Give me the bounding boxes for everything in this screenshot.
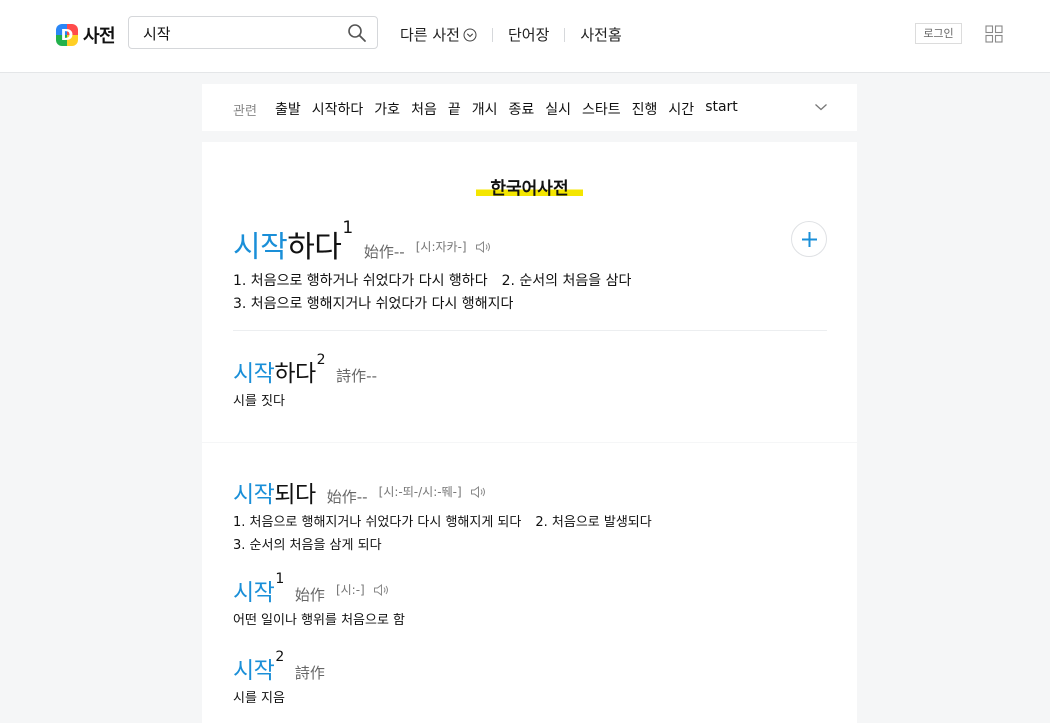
entry-superscript: 2	[275, 649, 284, 665]
entry-word[interactable]: 시작되다	[233, 482, 316, 508]
related-word[interactable]: 개시	[472, 99, 498, 119]
related-word[interactable]: 실시	[545, 99, 571, 119]
entry-word-highlight: 시작	[233, 230, 288, 265]
section-title: 한국어사전	[202, 174, 857, 199]
entry-definitions: 시를 지음	[233, 687, 325, 710]
definition-item: 어떤 일이나 행위를 처음으로 함	[233, 613, 406, 628]
entry-definitions: 어떤 일이나 행위를 처음으로 함	[233, 609, 405, 632]
entry-word[interactable]: 시작하다2	[233, 352, 326, 387]
entry-definitions: 1. 처음으로 행하거나 쉬었다가 다시 행하다 2. 순서의 처음을 삼다 3.…	[233, 270, 631, 316]
daum-dictionary-logo[interactable]: 사전	[56, 22, 116, 48]
entry-word[interactable]: 시작1	[233, 571, 284, 606]
related-word[interactable]: 시간	[668, 99, 694, 119]
entry-superscript: 1	[275, 571, 284, 587]
definition-item: 2. 순서의 처음을 삼다	[501, 273, 632, 289]
entry-pronunciation: [시:자카-]	[415, 240, 467, 254]
top-header: 사전 다른 사전 단어장 사전홈 로그인	[0, 0, 1050, 73]
entry-hanja: 始作--	[363, 243, 405, 261]
nav-dictionary-home[interactable]: 사전홈	[580, 24, 621, 45]
related-word[interactable]: 종료	[508, 99, 534, 119]
section-title-text: 한국어사전	[476, 174, 583, 199]
entry-definitions: 시를 짓다	[233, 390, 377, 413]
definition-item: 3. 순서의 처음을 삼게 되다	[233, 538, 382, 553]
related-word[interactable]: 출발	[275, 99, 301, 119]
entry-word-highlight: 시작	[233, 658, 275, 684]
definition-item: 2. 처음으로 발생되다	[535, 515, 652, 530]
speaker-icon[interactable]	[373, 583, 389, 596]
nav-other-dictionaries[interactable]: 다른 사전	[400, 24, 477, 45]
top-nav: 다른 사전 단어장 사전홈	[400, 24, 622, 45]
search-icon[interactable]	[347, 23, 367, 43]
related-word[interactable]: 가호	[374, 99, 400, 119]
related-word[interactable]: start	[705, 99, 738, 119]
entry-sijakdoeda: 시작되다 始作-- [시:-뙤-/시:-뛔-] 1. 처음으로 행해지거나 쉬었…	[233, 475, 652, 557]
nav-divider	[564, 27, 566, 42]
related-word[interactable]: 스타트	[582, 99, 621, 119]
apps-grid-icon[interactable]	[985, 25, 1003, 43]
nav-other-dictionaries-label: 다른 사전	[400, 26, 460, 44]
related-word[interactable]: 시작하다	[312, 99, 364, 119]
entry-word-highlight: 시작	[233, 361, 275, 387]
entry-word-rest: 되다	[274, 482, 316, 508]
definition-item: 3. 처음으로 행해지거나 쉬었다가 다시 행해지다	[233, 296, 514, 312]
speaker-icon[interactable]	[470, 485, 486, 498]
definition-item: 1. 처음으로 행해지거나 쉬었다가 다시 행해지게 되다	[233, 515, 522, 530]
add-to-wordbook-button[interactable]	[791, 221, 827, 257]
entry-word[interactable]: 시작2	[233, 649, 284, 684]
speaker-icon[interactable]	[475, 240, 491, 253]
entry-hanja: 始作	[294, 586, 325, 604]
entry-sijakhada-1: 시작하다1 始作-- [시:자카-] 1. 처음으로 행하거나 쉬었다가 다시 …	[233, 218, 631, 316]
entry-hanja: 詩作--	[336, 367, 377, 385]
entry-hanja: 始作--	[326, 488, 368, 506]
entry-sijak-1: 시작1 始作 [시:-] 어떤 일이나 행위를 처음으로 함	[233, 571, 405, 632]
definition-item: 시를 지음	[233, 691, 285, 706]
entry-word-rest: 하다	[274, 361, 316, 387]
entry-divider	[233, 330, 827, 331]
related-words-bar: 관련 출발 시작하다 가호 처음 끝 개시 종료 실시 스타트 진행 시간 st…	[202, 84, 857, 131]
entry-pronunciation: [시:-]	[335, 583, 365, 597]
entry-pronunciation: [시:-뙤-/시:-뛔-]	[378, 485, 462, 499]
nav-wordbook[interactable]: 단어장	[508, 24, 549, 45]
daum-logo-icon	[56, 24, 78, 46]
entry-definitions: 1. 처음으로 행해지거나 쉬었다가 다시 행해지게 되다 2. 처음으로 발생되…	[233, 511, 652, 557]
related-word[interactable]: 진행	[632, 99, 658, 119]
related-word[interactable]: 처음	[411, 99, 437, 119]
entry-superscript: 2	[316, 352, 326, 368]
entry-hanja: 詩作	[294, 664, 325, 682]
nav-divider	[491, 27, 493, 42]
entry-sijak-2: 시작2 詩作 시를 지음	[233, 649, 325, 710]
related-label: 관련	[233, 104, 257, 119]
related-words-list: 출발 시작하다 가호 처음 끝 개시 종료 실시 스타트 진행 시간 start	[275, 99, 749, 119]
search-box	[128, 16, 378, 49]
entry-word-highlight: 시작	[233, 482, 275, 508]
entry-word-rest: 하다	[287, 230, 342, 265]
entry-word-highlight: 시작	[233, 580, 275, 606]
plus-icon	[802, 232, 817, 247]
related-word[interactable]: 끝	[448, 99, 461, 119]
korean-dictionary-panel: 한국어사전 시작하다1 始作-- [시:자카-] 1. 처음으로 행하거나 쉬었…	[202, 142, 857, 442]
search-input[interactable]	[143, 23, 338, 43]
entry-word[interactable]: 시작하다1	[233, 218, 353, 265]
chevron-down-icon[interactable]	[814, 101, 828, 113]
login-button[interactable]: 로그인	[915, 23, 962, 44]
definition-item: 시를 짓다	[233, 394, 285, 409]
logo-text: 사전	[83, 26, 116, 47]
related-entries-panel: 시작되다 始作-- [시:-뙤-/시:-뛔-] 1. 처음으로 행해지거나 쉬었…	[202, 443, 857, 723]
entry-sijakhada-2: 시작하다2 詩作-- 시를 짓다	[233, 352, 377, 413]
chevron-circle-icon	[463, 28, 477, 41]
entry-superscript: 1	[342, 218, 353, 238]
definition-item: 1. 처음으로 행하거나 쉬었다가 다시 행하다	[233, 273, 488, 289]
